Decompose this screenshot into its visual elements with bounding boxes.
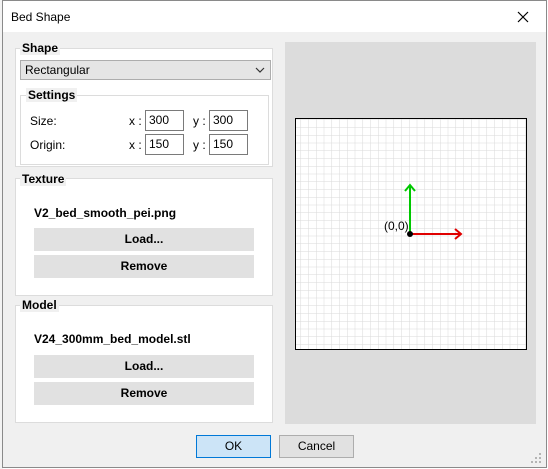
resize-grip-icon[interactable]	[530, 452, 542, 464]
bed-preview-canvas: (0,0)	[295, 118, 527, 350]
dialog-title: Bed Shape	[11, 10, 71, 24]
size-x-input[interactable]: 300	[145, 110, 184, 131]
shape-select-value: Rectangular	[25, 63, 90, 77]
cancel-button[interactable]: Cancel	[279, 435, 354, 458]
texture-filename: V2_bed_smooth_pei.png	[34, 206, 177, 220]
origin-x-label: x :	[129, 138, 142, 152]
model-group-label: Model	[20, 298, 59, 312]
origin-label: Origin:	[30, 138, 66, 152]
size-label: Size:	[30, 114, 57, 128]
texture-group-label: Texture	[20, 172, 67, 186]
texture-load-button[interactable]: Load...	[34, 228, 254, 251]
size-y-label: y :	[193, 114, 206, 128]
origin-y-label: y :	[193, 138, 206, 152]
origin-label: (0,0)	[384, 219, 409, 233]
shape-group-label: Shape	[20, 41, 61, 55]
bed-shape-dialog: Bed Shape Shape Rectangular Settings Siz…	[2, 0, 547, 468]
ok-button[interactable]: OK	[196, 435, 271, 458]
texture-remove-button[interactable]: Remove	[34, 255, 254, 278]
size-x-label: x :	[129, 114, 142, 128]
dialog-client-area: Shape Rectangular Settings Size: x : 300…	[3, 32, 546, 467]
shape-select[interactable]: Rectangular	[20, 60, 271, 80]
origin-x-input[interactable]: 150	[145, 134, 184, 155]
chevron-down-icon	[255, 67, 265, 73]
close-icon	[517, 11, 529, 22]
settings-group-label: Settings	[26, 88, 78, 102]
bed-preview-panel: (0,0)	[285, 42, 536, 424]
size-y-input[interactable]: 300	[209, 110, 248, 131]
origin-y-input[interactable]: 150	[209, 134, 248, 155]
title-bar: Bed Shape	[3, 1, 546, 32]
model-remove-button[interactable]: Remove	[34, 382, 254, 405]
model-load-button[interactable]: Load...	[34, 355, 254, 378]
close-button[interactable]	[500, 1, 546, 32]
model-filename: V24_300mm_bed_model.stl	[34, 332, 191, 346]
